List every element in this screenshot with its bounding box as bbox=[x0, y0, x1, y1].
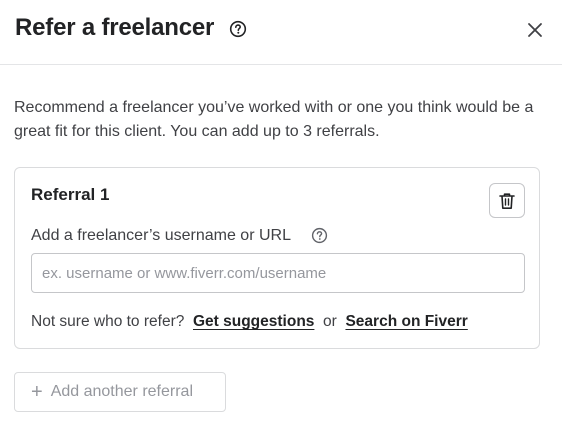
modal-header: Refer a freelancer bbox=[0, 0, 562, 65]
modal-description: Recommend a freelancer you’ve worked wit… bbox=[14, 99, 534, 140]
get-suggestions-link[interactable]: Get suggestions bbox=[193, 313, 314, 330]
search-on-fiverr-link[interactable]: Search on Fiverr bbox=[345, 313, 467, 330]
modal-title: Refer a freelancer bbox=[15, 14, 215, 41]
refer-freelancer-modal: Refer a freelancer Recommend a freelance… bbox=[0, 0, 562, 426]
close-icon bbox=[528, 23, 542, 37]
referral-hint: Not sure who to refer? Get suggestions o… bbox=[31, 311, 468, 333]
username-field-label: Add a freelancer’s username or URL bbox=[31, 227, 291, 244]
referral-title: Referral 1 bbox=[31, 185, 110, 204]
add-referral-label: Add another referral bbox=[50, 383, 193, 400]
referral-card: Referral 1 Add a freelancer’s username o… bbox=[14, 167, 540, 349]
plus-icon: + bbox=[31, 381, 43, 403]
username-input[interactable] bbox=[31, 253, 525, 293]
question-circle-icon[interactable] bbox=[229, 20, 247, 38]
delete-referral-button[interactable] bbox=[489, 183, 525, 218]
question-circle-icon[interactable] bbox=[311, 227, 328, 244]
hint-or-text: or bbox=[323, 313, 337, 330]
trash-icon bbox=[499, 192, 515, 209]
add-another-referral-button[interactable]: + Add another referral bbox=[14, 372, 226, 412]
hint-prefix: Not sure who to refer? bbox=[31, 313, 185, 330]
close-button[interactable] bbox=[522, 17, 548, 43]
